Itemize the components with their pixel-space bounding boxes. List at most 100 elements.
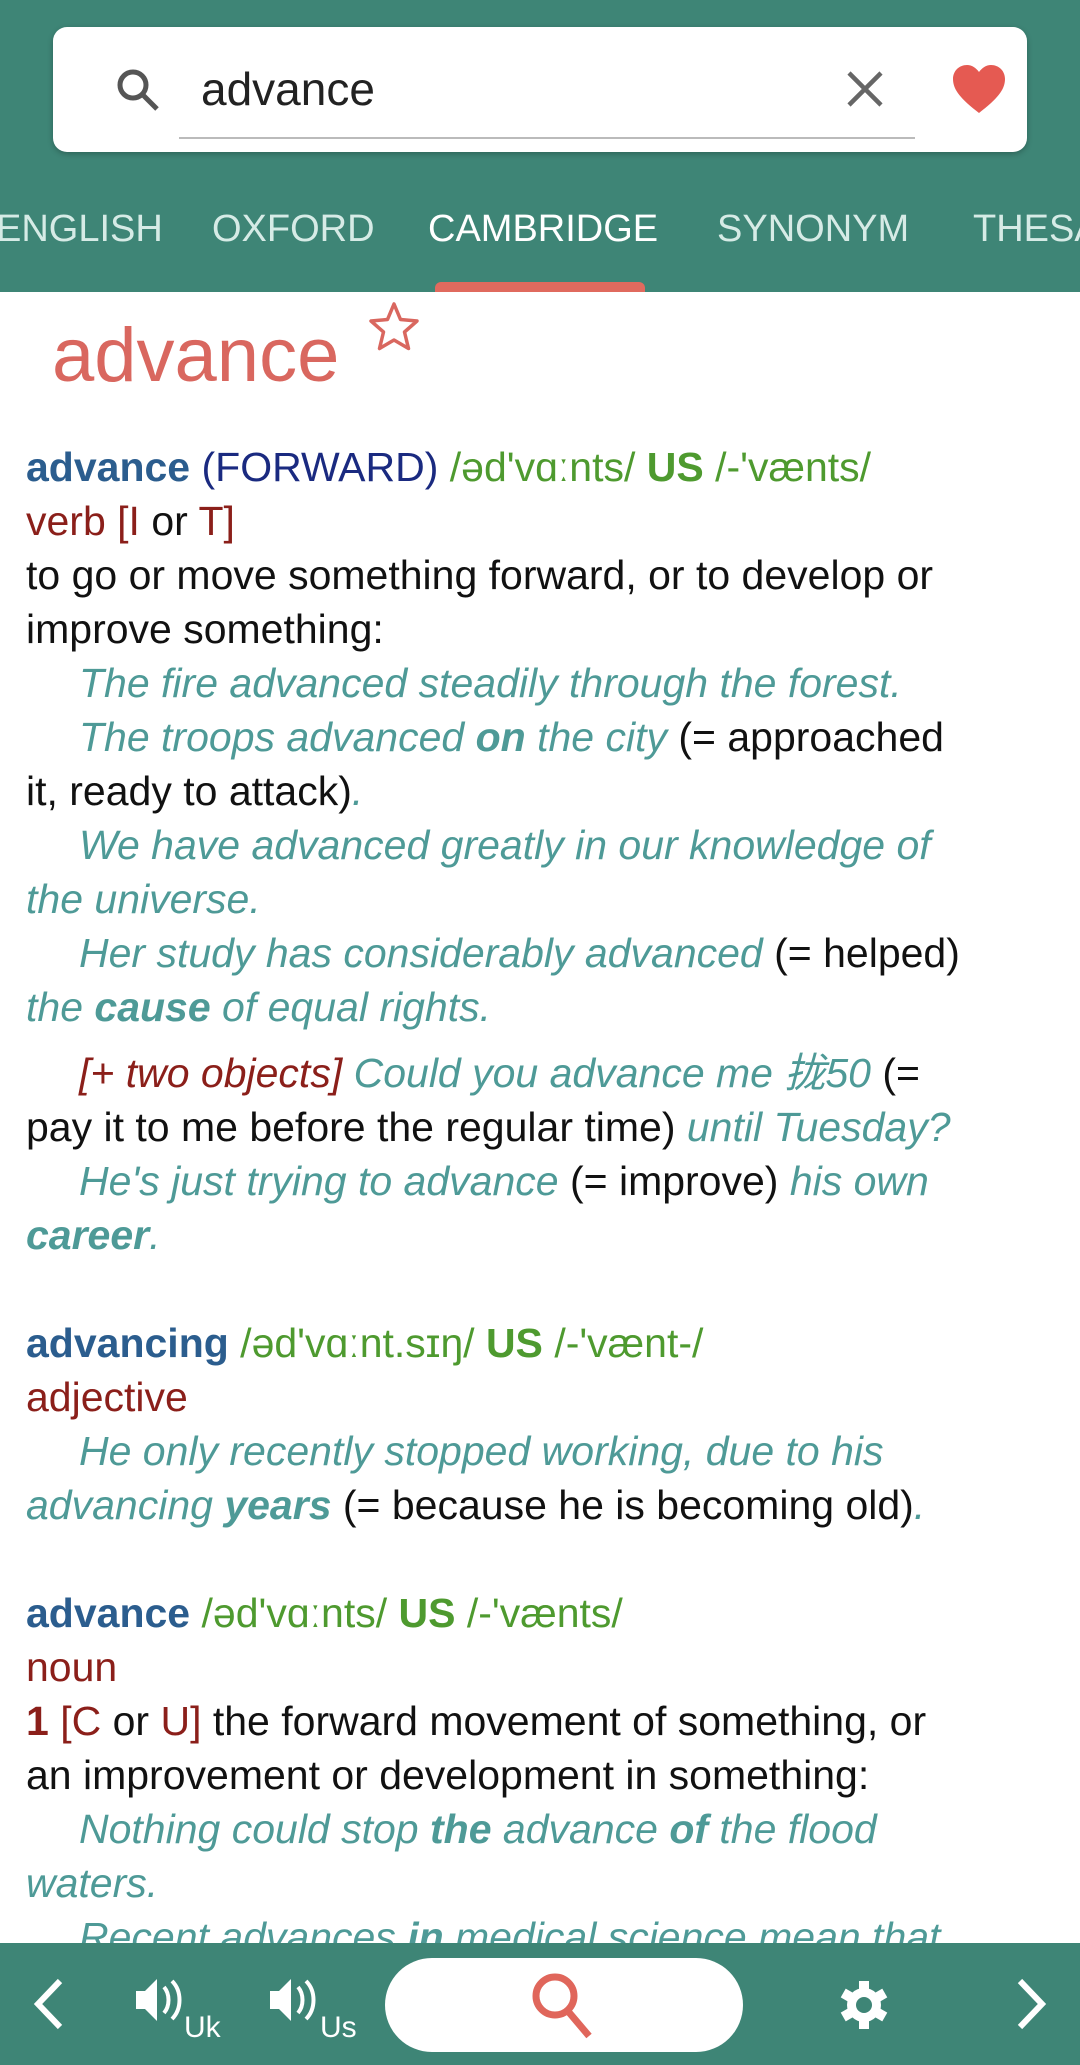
example-keyword: of (669, 1806, 709, 1852)
definition-text: to go or move something forward, or to d… (26, 552, 934, 598)
sense-number: 1 (26, 1698, 49, 1744)
search-button[interactable] (385, 1958, 743, 2052)
definition-content: advance (FORWARD) /əd'vɑːnts/ US /-'vænt… (26, 440, 1076, 1964)
grammar-note: [+ two objects] (79, 1050, 343, 1096)
definition-line: Nothing could stop the advance of the fl… (26, 1802, 1076, 1856)
part-of-speech: U] (160, 1698, 202, 1744)
definition-line: adjective (26, 1370, 1076, 1424)
definition-text: it, ready to attack) (26, 768, 352, 814)
definition-line: pay it to me before the regular time) un… (26, 1100, 1076, 1154)
definition-text: (= helped) (762, 930, 960, 976)
us-label: US (646, 444, 704, 490)
example-text: advancing (26, 1482, 225, 1528)
example-text: He's just trying to advance (79, 1158, 559, 1204)
guideword: (FORWARD) (190, 444, 439, 490)
us-label: US (485, 1320, 543, 1366)
phonetic: /əd'vɑːnt.sɪŋ/ (228, 1320, 486, 1366)
active-tab-indicator (435, 282, 645, 292)
dictionary-tabs: ENGLISH OXFORD CAMBRIDGE SYNONYM THESA (0, 200, 1080, 262)
search-icon[interactable] (113, 65, 163, 115)
example-text: waters. (26, 1860, 159, 1906)
back-chevron-icon[interactable] (30, 1977, 66, 2031)
gear-icon[interactable] (838, 1979, 890, 2031)
definition-text: or (101, 1698, 161, 1744)
heart-icon[interactable] (951, 63, 1007, 115)
entry-title: advance (52, 313, 340, 398)
definition-line: The fire advanced steadily through the f… (26, 656, 1076, 710)
example-keyword: cause (94, 984, 211, 1030)
definition-text: (= improve) (558, 1158, 779, 1204)
definition-line: 1 [C or U] the forward movement of somet… (26, 1694, 1076, 1748)
phonetic: /əd'vɑːnts/ (190, 1590, 399, 1636)
definition-line: improve something: (26, 602, 1076, 656)
example-keyword: years (224, 1482, 332, 1528)
example-text: until Tuesday? (675, 1104, 951, 1150)
definition-line: advance /əd'vɑːnts/ US /-'vænts/ (26, 1586, 1076, 1640)
tab-english[interactable]: ENGLISH (0, 208, 163, 251)
example-text: his own (778, 1158, 929, 1204)
definition-line: [+ two objects] Could you advance me 拢50… (26, 1046, 1076, 1100)
definition-line: career. (26, 1208, 1076, 1262)
example-text: Her study has considerably advanced (79, 930, 763, 976)
definition-line: He's just trying to advance (= improve) … (26, 1154, 1076, 1208)
bottom-toolbar: Uk Us (0, 1943, 1080, 2065)
definition-line: Her study has considerably advanced (= h… (26, 926, 1076, 980)
example-text: The troops advanced (79, 714, 476, 760)
example-keyword: career (26, 1212, 150, 1258)
search-input[interactable]: advance (201, 27, 375, 152)
phonetic: /əd'vɑːnts/ (438, 444, 647, 490)
definition-text: (= because he is becoming old) (331, 1482, 914, 1528)
search-box[interactable]: advance (53, 27, 1027, 152)
tab-synonym[interactable]: SYNONYM (717, 208, 909, 251)
definition-text: an improvement or development in somethi… (26, 1752, 870, 1798)
phonetic: /-'vænts/ (455, 1590, 623, 1636)
definition-text: pay it to me before the regular time) (26, 1104, 676, 1150)
example-text: the (26, 984, 95, 1030)
example-text: The fire advanced steadily through the f… (79, 660, 902, 706)
definition-line: advancing years (= because he is becomin… (26, 1478, 1076, 1532)
part-of-speech: adjective (26, 1374, 188, 1420)
app-header: advance ENGLISH OXFORD CAMBRIDGE SYNONYM… (0, 0, 1080, 292)
us-label: US (398, 1590, 456, 1636)
part-of-speech: verb [I (26, 498, 140, 544)
definition-line: to go or move something forward, or to d… (26, 548, 1076, 602)
definition-line: noun (26, 1640, 1076, 1694)
uk-label: Uk (184, 2011, 221, 2044)
example-text: . (149, 1212, 161, 1258)
headword: advance (26, 444, 191, 490)
search-icon (532, 1973, 592, 2039)
definition-text: (= (870, 1050, 920, 1096)
star-icon[interactable] (366, 300, 422, 356)
example-keyword: on (475, 714, 526, 760)
definition-line: it, ready to attack). (26, 764, 1076, 818)
headword: advancing (26, 1320, 229, 1366)
part-of-speech: [C (48, 1698, 102, 1744)
phonetic: /-'vænts/ (703, 444, 872, 490)
example-text: advance (491, 1806, 670, 1852)
us-label: Us (320, 2011, 357, 2044)
example-text: the flood (708, 1806, 877, 1852)
definition-text: improve something: (26, 606, 384, 652)
example-text: the city (525, 714, 667, 760)
definition-line: advance (FORWARD) /əd'vɑːnts/ US /-'vænt… (26, 440, 1076, 494)
headword: advance (26, 1590, 191, 1636)
example-text: . (351, 768, 364, 814)
definition-line: We have advanced greatly in our knowledg… (26, 818, 1076, 872)
definition-line: the cause of equal rights. (26, 980, 1076, 1034)
definition-line: waters. (26, 1856, 1076, 1910)
tab-oxford[interactable]: OXFORD (212, 208, 375, 251)
speaker-uk-icon[interactable] (132, 1973, 184, 2027)
definition-line: The troops advanced on the city (= appro… (26, 710, 1076, 764)
definition-text: or (139, 498, 199, 544)
definition-line: verb [I or T] (26, 494, 1076, 548)
speaker-us-icon[interactable] (266, 1973, 318, 2027)
definition-line: He only recently stopped working, due to… (26, 1424, 1076, 1478)
forward-chevron-icon[interactable] (1014, 1977, 1050, 2031)
tab-thesaurus[interactable]: THESA (973, 208, 1080, 251)
part-of-speech: T] (198, 498, 235, 544)
example-text: Could you advance me 拢50 (342, 1050, 871, 1096)
close-icon[interactable] (841, 65, 889, 113)
tab-cambridge[interactable]: CAMBRIDGE (428, 208, 658, 251)
part-of-speech: noun (26, 1644, 118, 1690)
example-text: He only recently stopped working, due to… (79, 1428, 884, 1474)
